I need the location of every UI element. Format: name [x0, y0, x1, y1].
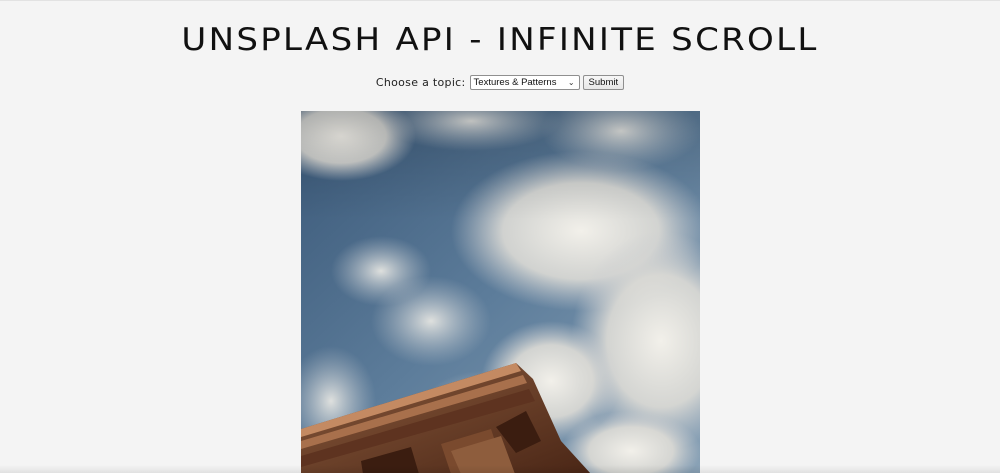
photo-image: [301, 111, 700, 473]
submit-button[interactable]: Submit: [582, 75, 625, 90]
page: UNSPLASH API - INFINITE SCROLL Choose a …: [0, 0, 1000, 473]
topic-form: Choose a topic: Textures & Patterns ⌄ Su…: [0, 75, 1000, 90]
chevron-down-icon: ⌄: [567, 77, 575, 87]
page-title: UNSPLASH API - INFINITE SCROLL: [181, 21, 819, 59]
topic-label: Choose a topic:: [375, 76, 466, 89]
topic-select[interactable]: Textures & Patterns ⌄: [469, 75, 580, 90]
unsplash-photo[interactable]: [301, 111, 700, 473]
topic-select-value: Textures & Patterns: [473, 77, 557, 88]
bottom-scroll-shadow: [0, 465, 1000, 473]
